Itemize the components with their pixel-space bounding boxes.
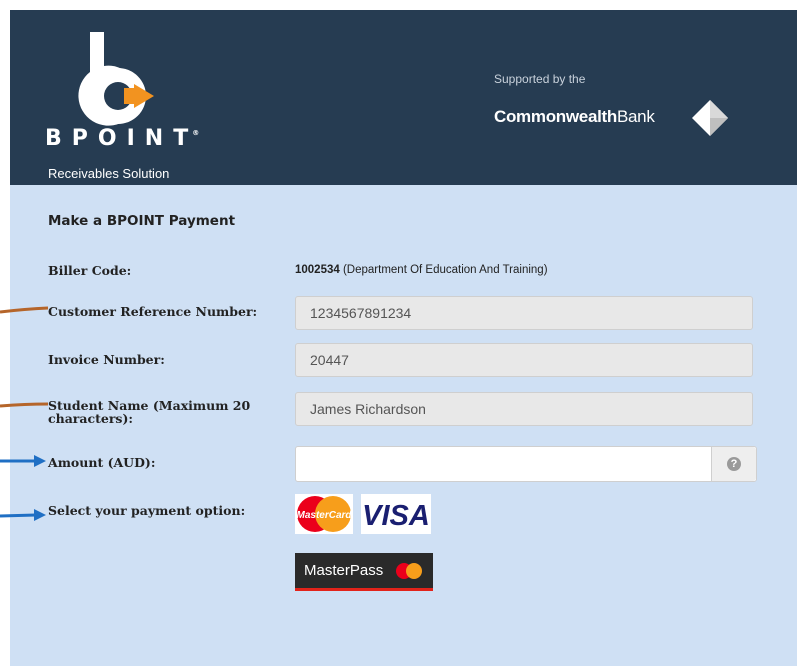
mastercard-button[interactable]: MasterCard: [295, 494, 353, 534]
amount-input[interactable]: ?: [295, 446, 757, 482]
student-name-field[interactable]: James Richardson: [295, 392, 753, 426]
amount-arrow-icon: [0, 455, 46, 467]
bank-name-bold: Commonwealth: [494, 107, 617, 126]
bank-name: CommonwealthBank: [494, 107, 655, 127]
supported-by-text: Supported by the: [494, 72, 586, 86]
amount-label: Amount (AUD):: [48, 455, 156, 470]
brand-text: BPOINT: [45, 126, 199, 151]
brand-trademark: ®: [192, 129, 200, 137]
student-name-pointer-line: [0, 402, 49, 408]
masterpass-button[interactable]: MasterPass: [295, 553, 433, 591]
student-name-label: Student Name (Maximum 20 characters):: [48, 399, 250, 425]
cba-diamond-icon: [692, 100, 728, 136]
amount-help-addon[interactable]: ?: [711, 447, 756, 481]
payment-option-label: Select your payment option:: [48, 503, 246, 518]
bank-name-light: Bank: [616, 107, 655, 126]
biller-code-value: 1002534 (Department Of Education And Tra…: [295, 264, 548, 276]
payment-page: BPOINT® Receivables Solution Supported b…: [10, 10, 797, 666]
biller-code-number: 1002534: [295, 264, 340, 276]
mastercard-text: MasterCard: [296, 510, 352, 521]
masterpass-circles-icon: [396, 563, 422, 579]
payment-option-arrow-icon: [0, 509, 46, 521]
brand-name: BPOINT®: [45, 126, 205, 151]
masterpass-label: MasterPass: [304, 562, 384, 579]
visa-text: VISA: [362, 500, 430, 532]
invoice-field[interactable]: 20447: [295, 343, 753, 377]
visa-button[interactable]: VISA: [361, 494, 431, 534]
bpoint-logo-icon: [78, 32, 154, 126]
crn-pointer-line: [0, 306, 49, 314]
sub-brand: Receivables Solution: [48, 166, 170, 181]
crn-field[interactable]: 1234567891234: [295, 296, 753, 330]
biller-code-label: Biller Code:: [48, 263, 132, 278]
student-name-label-line2: characters):: [48, 411, 133, 426]
help-icon[interactable]: ?: [727, 457, 741, 471]
invoice-label: Invoice Number:: [48, 352, 165, 367]
header-banner: BPOINT® Receivables Solution Supported b…: [10, 10, 797, 185]
page-title: Make a BPOINT Payment: [48, 213, 236, 229]
crn-label: Customer Reference Number:: [48, 304, 258, 319]
biller-name: (Department Of Education And Training): [339, 264, 548, 276]
